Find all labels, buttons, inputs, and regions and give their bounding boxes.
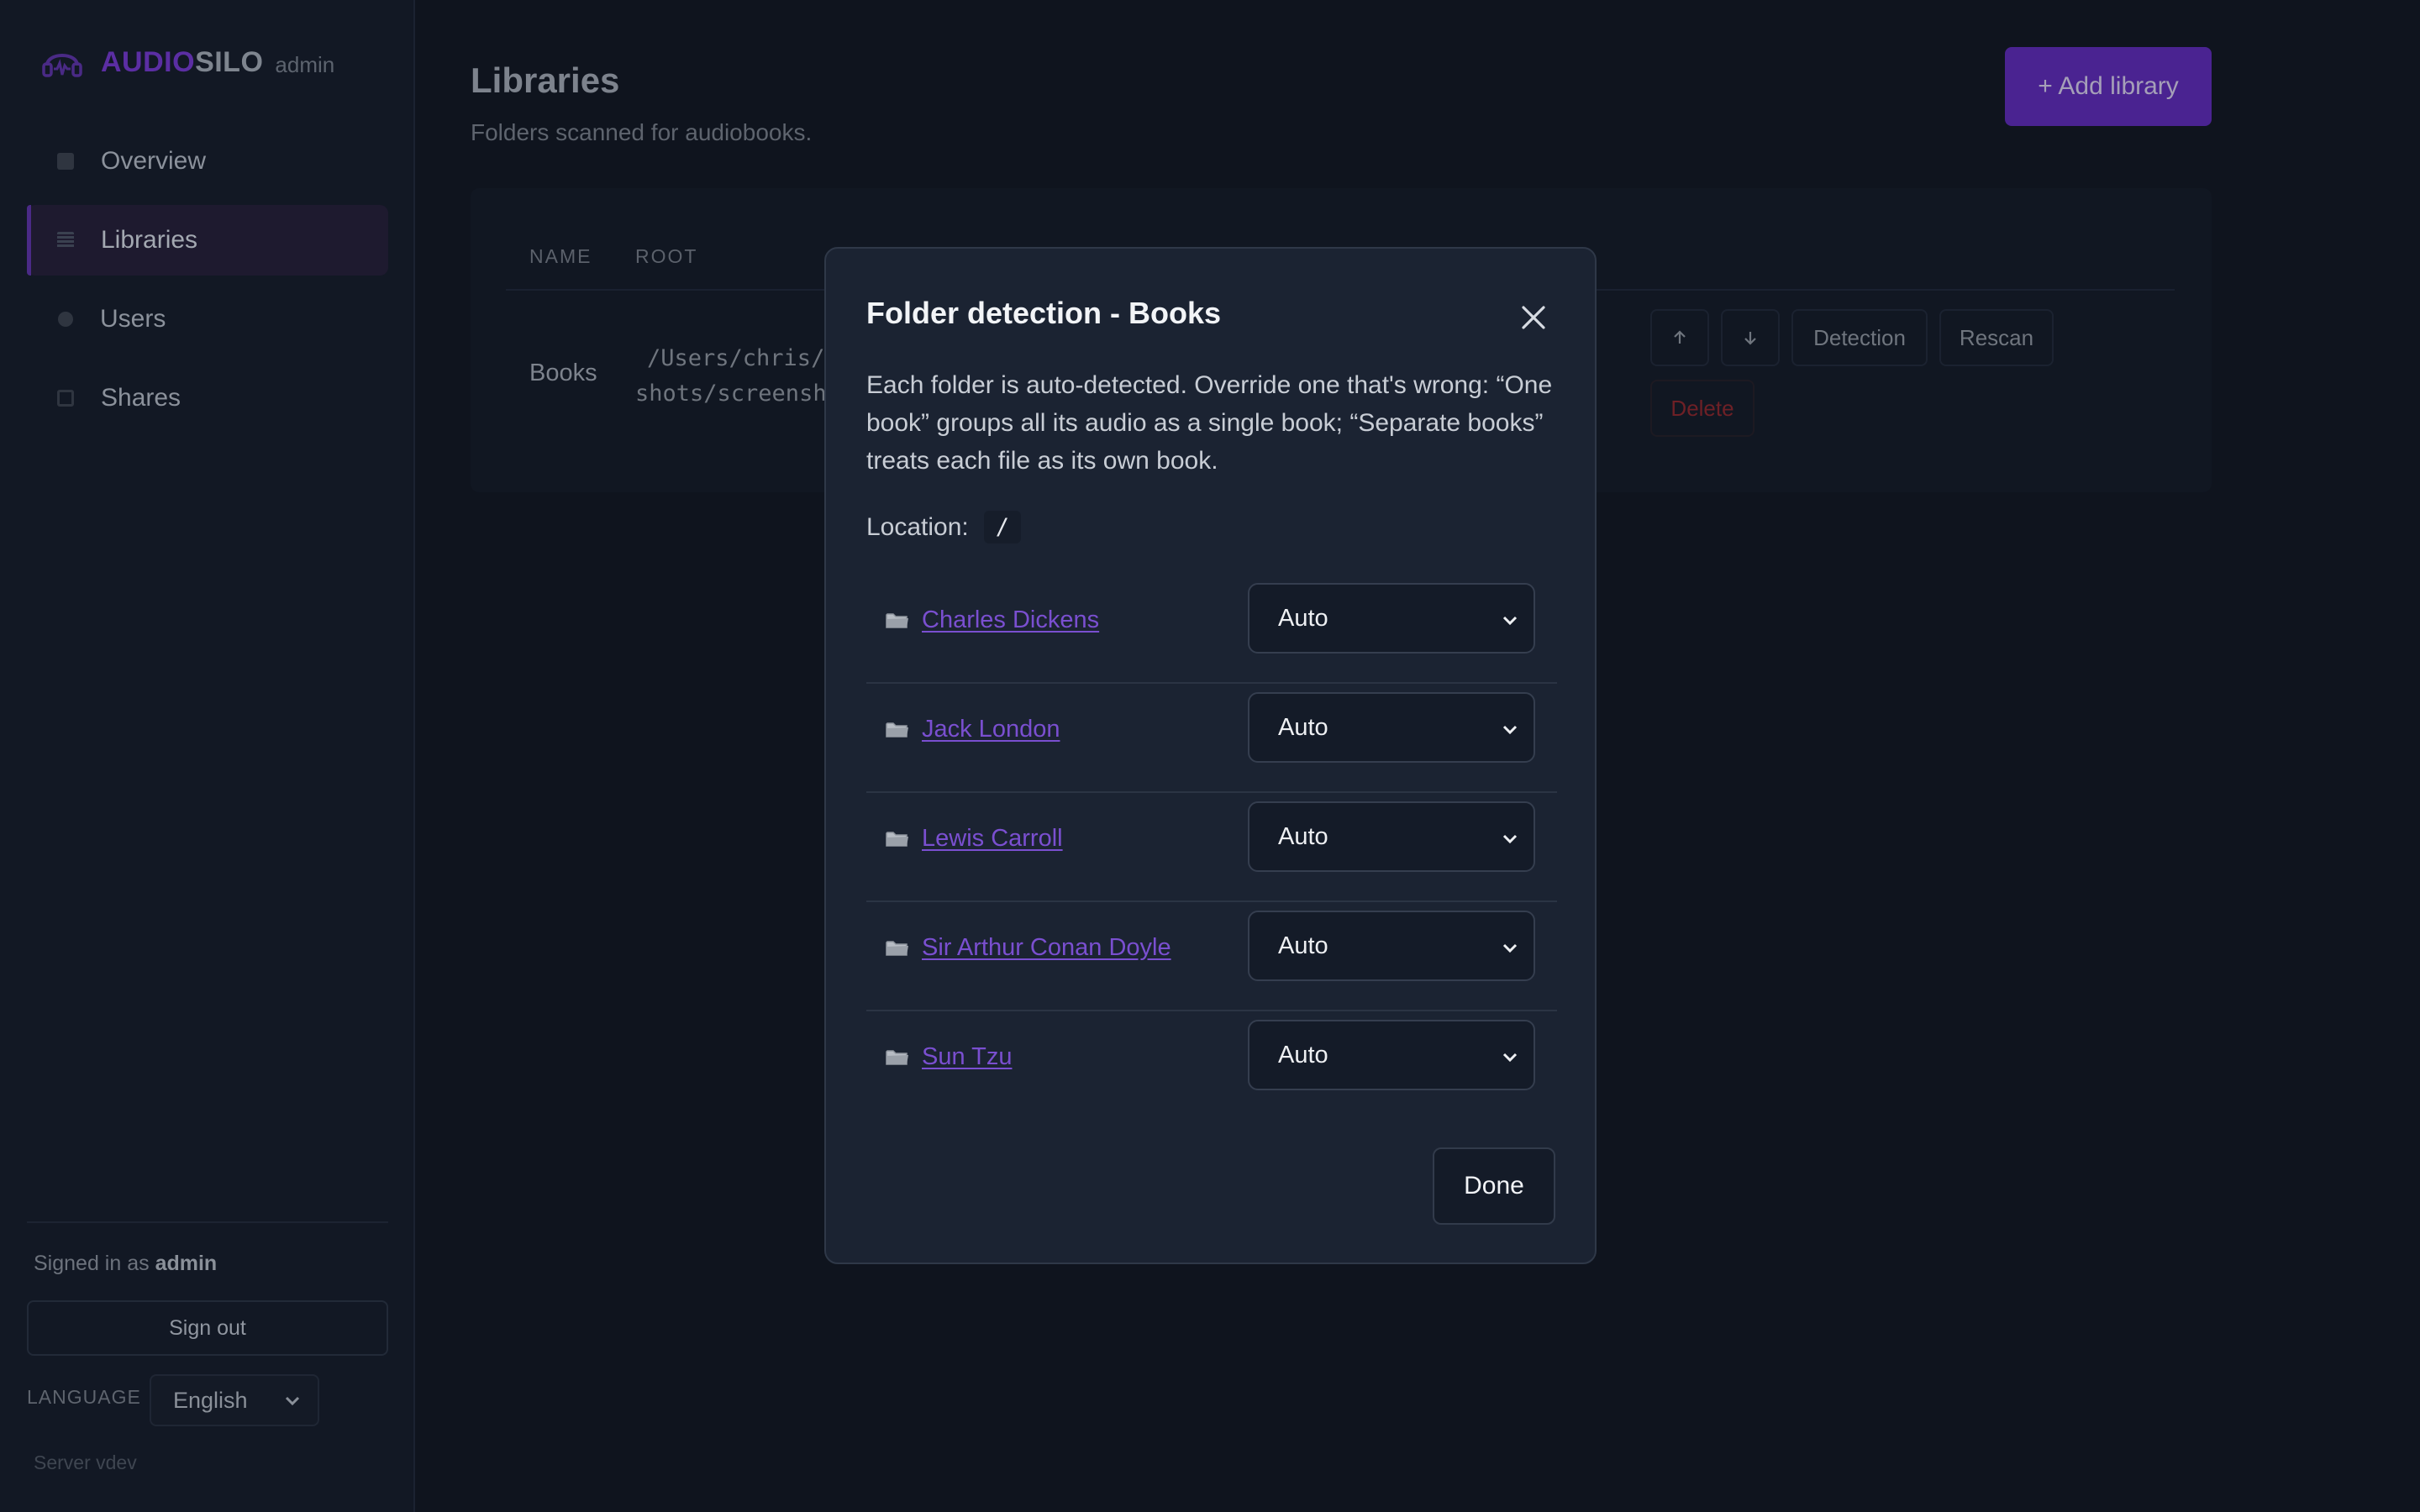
folder-icon [886,722,908,738]
folder-entry: Lewis Carroll [885,825,1063,853]
library-root-line: shots/screensho [635,381,840,407]
language-label: LANGUAGE [27,1386,141,1408]
chevron-down-icon [1502,943,1518,953]
server-version: Server vdev [34,1452,137,1473]
column-header-root: ROOT [635,245,698,267]
chevron-down-icon [1502,616,1518,626]
language-select-value: English [173,1387,248,1413]
list-icon [57,232,74,249]
sidebar: AUDIOSILO admin Overview Libraries Users… [0,0,415,1512]
chevron-down-icon [285,1396,300,1406]
brand-role-label: admin [275,51,335,77]
folder-list: Charles Dickens Auto Jack London Auto Le… [866,575,1557,1121]
sidebar-item-label: Libraries [101,226,198,254]
signed-in-text: Signed in as admin [34,1252,217,1276]
move-down-button[interactable] [1721,309,1780,366]
folder-detection-modal: Folder detection - Books Each folder is … [824,247,1597,1264]
folder-mode-select[interactable]: Auto [1248,1020,1535,1090]
folder-icon [886,612,908,628]
folder-entry: Sir Arthur Conan Doyle [885,934,1171,962]
folder-icon [886,1049,908,1065]
list-item: Sun Tzu Auto [866,1011,1557,1121]
chevron-down-icon [1502,834,1518,844]
move-up-button[interactable] [1650,309,1709,366]
done-button[interactable]: Done [1433,1147,1555,1225]
close-icon[interactable] [1517,301,1550,334]
folder-mode-select[interactable]: Auto [1248,692,1535,763]
folder-entry: Sun Tzu [885,1043,1012,1071]
library-root-cell: /Users/chris/c shots/screensho [635,341,840,412]
chevron-down-icon [1502,725,1518,735]
add-library-button[interactable]: + Add library [2005,47,2212,126]
sidebar-item-overview[interactable]: Overview [27,126,388,197]
sidebar-item-label: Overview [101,147,207,175]
sidebar-item-libraries[interactable]: Libraries [27,205,388,276]
signed-in-user: admin [155,1252,218,1275]
language-select[interactable]: English [150,1374,319,1426]
list-item: Sir Arthur Conan Doyle Auto [866,902,1557,1011]
folder-link-charles-dickens[interactable]: Charles Dickens [922,606,1099,634]
folder-link-lewis-carroll[interactable]: Lewis Carroll [922,825,1063,853]
page-subtitle: Folders scanned for audiobooks. [471,119,813,145]
sidebar-item-label: Users [100,305,166,333]
rescan-button[interactable]: Rescan [1939,309,2054,366]
folder-mode-value: Auto [1278,822,1328,850]
folder-mode-value: Auto [1278,1041,1328,1068]
folder-entry: Charles Dickens [885,606,1099,634]
chevron-down-icon [1502,1053,1518,1063]
location-row: Location: / [866,511,1022,543]
folder-icon [886,831,908,847]
folder-mode-select[interactable]: Auto [1248,911,1535,981]
folder-icon [886,940,908,956]
sidebar-item-users[interactable]: Users [27,284,388,354]
folder-mode-value: Auto [1278,713,1328,741]
library-root-line: /Users/chris/c [647,345,839,371]
sidebar-divider [27,1221,388,1223]
headphones-waveform-icon [42,54,82,77]
arrow-up-icon [1674,330,1686,344]
folder-mode-value: Auto [1278,932,1328,959]
folder-mode-select[interactable]: Auto [1248,583,1535,654]
modal-title: Folder detection - Books [866,296,1222,330]
sidebar-item-label: Shares [101,384,182,412]
folder-link-sir-arthur-conan-doyle[interactable]: Sir Arthur Conan Doyle [922,934,1171,962]
sidebar-item-shares[interactable]: Shares [27,363,388,433]
folder-mode-value: Auto [1278,604,1328,632]
folder-entry: Jack London [885,716,1060,743]
brand-name: AUDIOSILO [101,45,264,78]
location-value: / [983,511,1022,543]
list-item: Jack London Auto [866,684,1557,793]
column-header-name: NAME [529,245,592,267]
square-icon [57,153,74,170]
folder-mode-select[interactable]: Auto [1248,801,1535,872]
list-item: Lewis Carroll Auto [866,793,1557,902]
brand[interactable]: AUDIOSILO admin [40,40,334,84]
sign-out-button[interactable]: Sign out [27,1300,388,1356]
arrow-down-icon [1744,332,1756,345]
folder-link-jack-london[interactable]: Jack London [922,716,1060,743]
page-title: Libraries [471,60,620,100]
folder-link-sun-tzu[interactable]: Sun Tzu [922,1043,1012,1071]
modal-description: Each folder is auto-detected. Override o… [866,371,1553,475]
signed-in-prefix: Signed in as [34,1252,150,1275]
detection-button[interactable]: Detection [1791,309,1928,366]
library-name-cell: Books [529,360,597,386]
list-item: Charles Dickens Auto [866,575,1557,684]
sidebar-nav: Overview Libraries Users Shares [27,126,388,442]
app-window: AUDIOSILO admin Overview Libraries Users… [0,0,2420,1512]
delete-button[interactable]: Delete [1650,380,1754,437]
dot-icon [58,312,73,327]
location-label: Location: [866,512,969,541]
share-icon [57,390,74,407]
